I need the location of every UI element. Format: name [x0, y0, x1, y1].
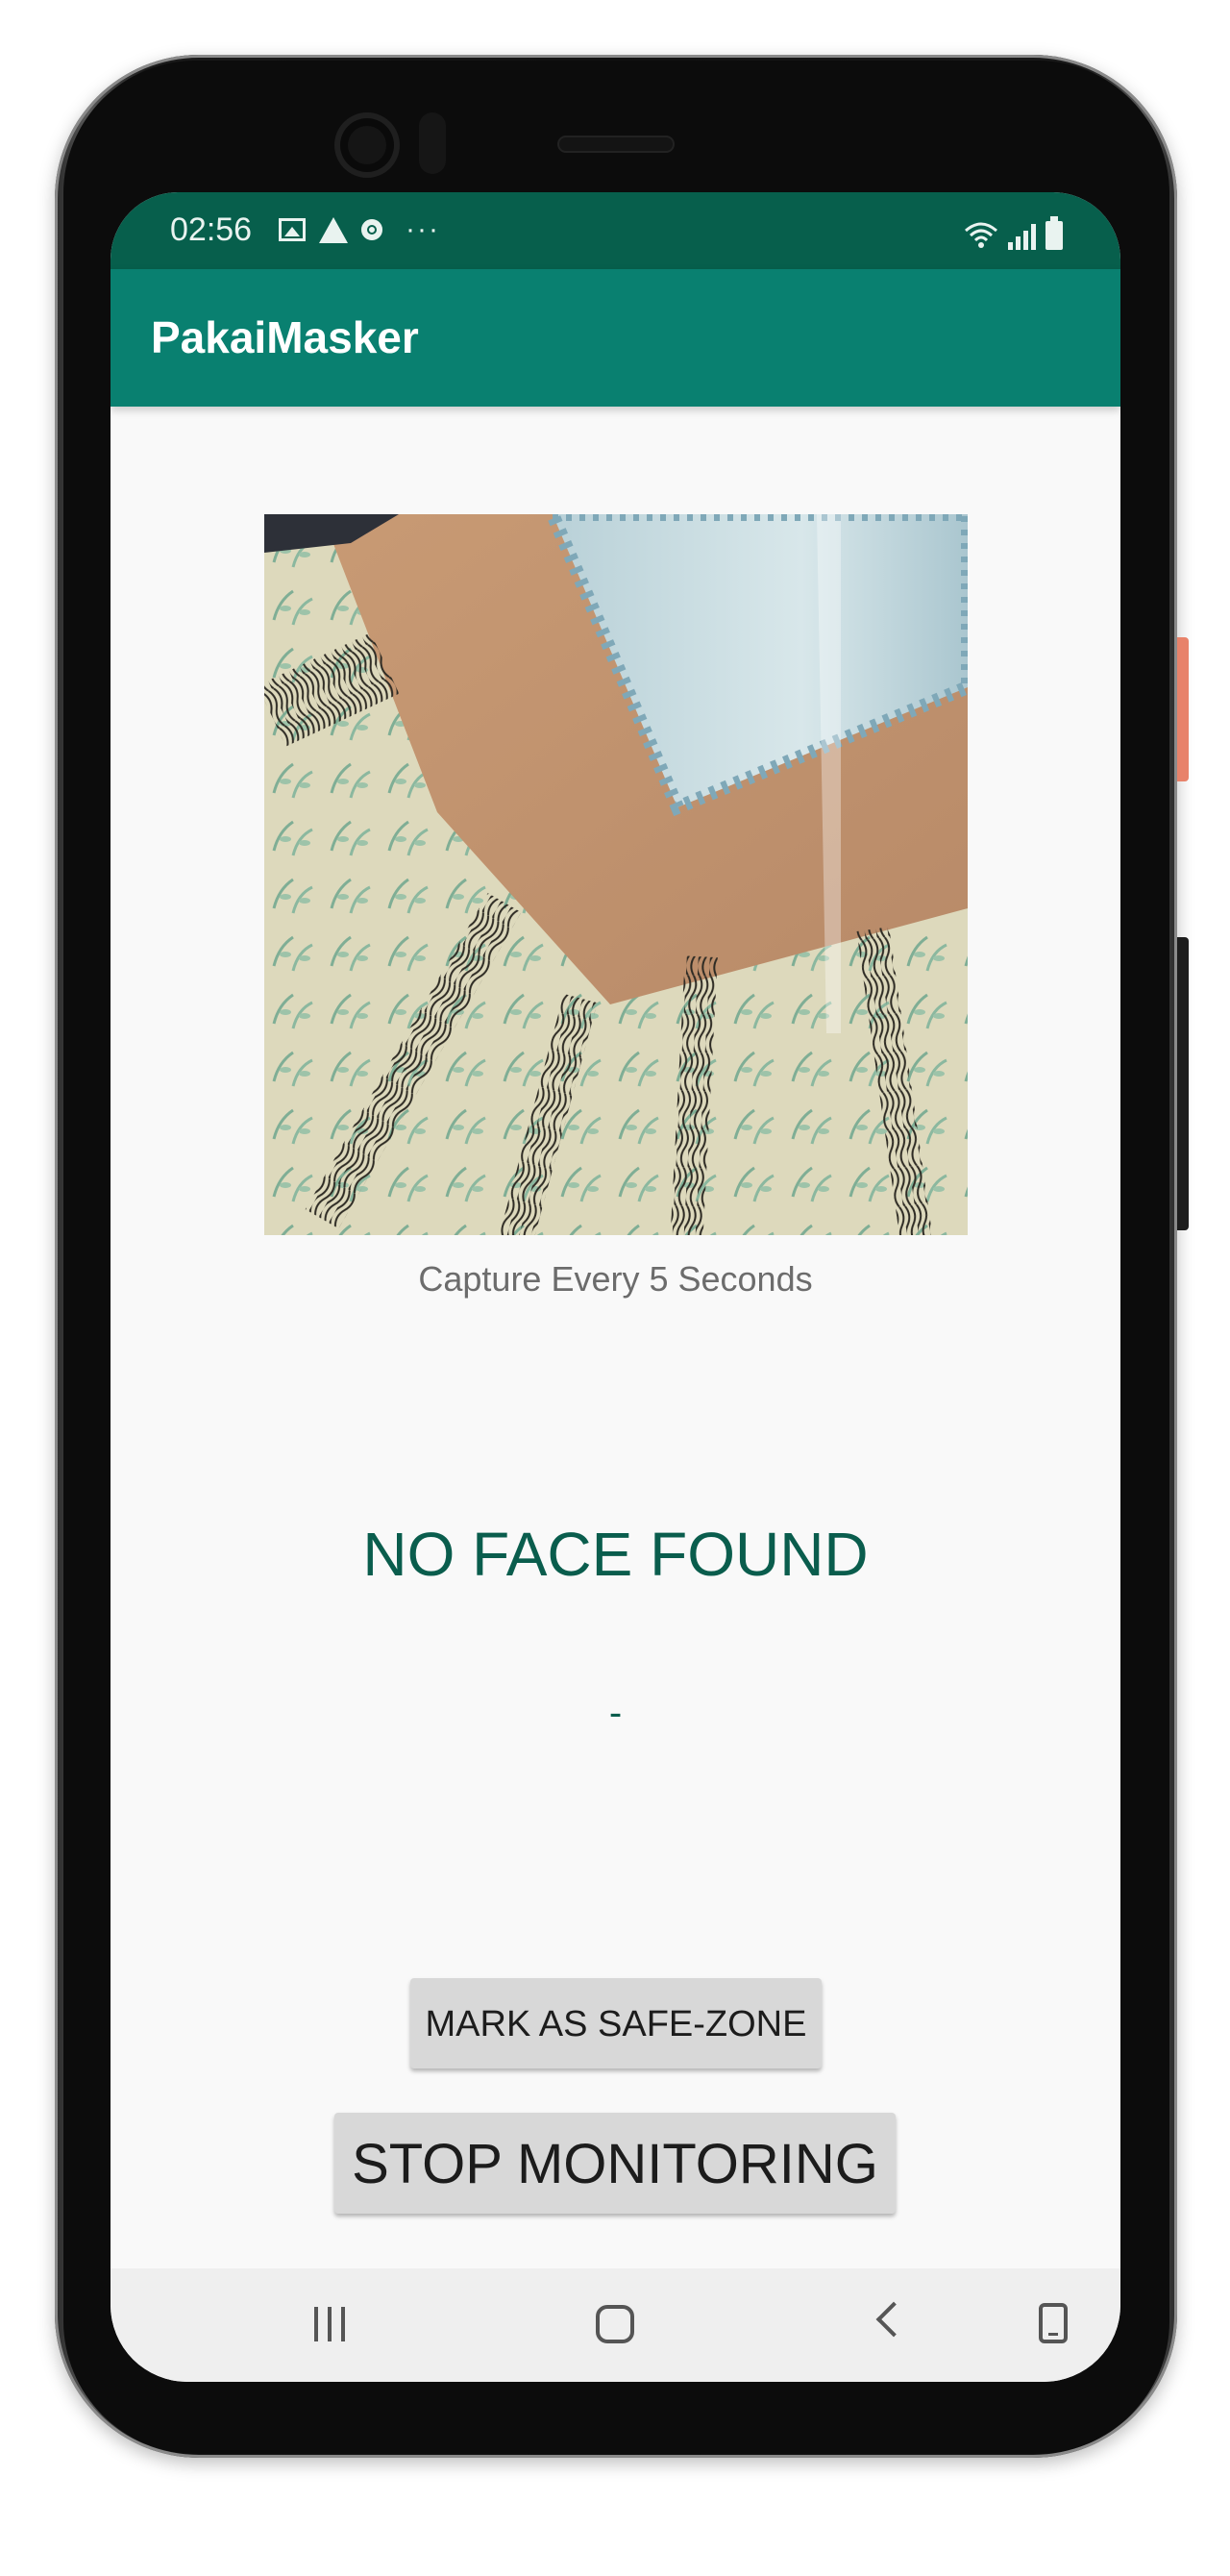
status-bar: 02:56 ···: [111, 192, 1120, 269]
phone-screen: 02:56 ··· PakaiMasker Capture Every 5 Se…: [111, 192, 1120, 2382]
battery-icon: [1046, 216, 1063, 250]
wifi-icon: [965, 222, 997, 248]
front-camera-icon: [334, 112, 400, 178]
home-icon[interactable]: [596, 2305, 634, 2343]
status-time: 02:56: [170, 211, 253, 248]
earpiece-speaker: [557, 136, 675, 153]
mark-safe-zone-button[interactable]: MARK AS SAFE-ZONE: [410, 1978, 822, 2068]
power-button: [1177, 637, 1189, 781]
recent-apps-icon[interactable]: [314, 2307, 345, 2341]
capture-interval-label: Capture Every 5 Seconds: [418, 1259, 813, 1299]
back-icon[interactable]: [875, 2301, 912, 2338]
system-icons: [964, 211, 1063, 250]
notification-icons: ···: [279, 213, 440, 246]
more-notifications-icon: ···: [406, 213, 440, 245]
sensor-icon: [419, 112, 446, 174]
app-title: PakaiMasker: [151, 312, 419, 362]
signal-icon: [1008, 223, 1036, 250]
warning-icon: [319, 216, 348, 243]
navigation-bar: [111, 2268, 1120, 2382]
assistant-icon[interactable]: [1039, 2303, 1068, 2343]
detection-result-title: NO FACE FOUND: [362, 1520, 869, 1589]
camera-frame-image: [264, 514, 968, 1235]
app-bar: PakaiMasker: [111, 269, 1120, 407]
notification-dot-icon: [361, 219, 382, 240]
volume-button: [1177, 937, 1189, 1230]
stop-monitoring-button[interactable]: STOP MONITORING: [334, 2113, 896, 2214]
gallery-icon: [279, 218, 306, 241]
camera-preview: [264, 514, 968, 1235]
detection-result-detail: -: [608, 1692, 623, 1734]
